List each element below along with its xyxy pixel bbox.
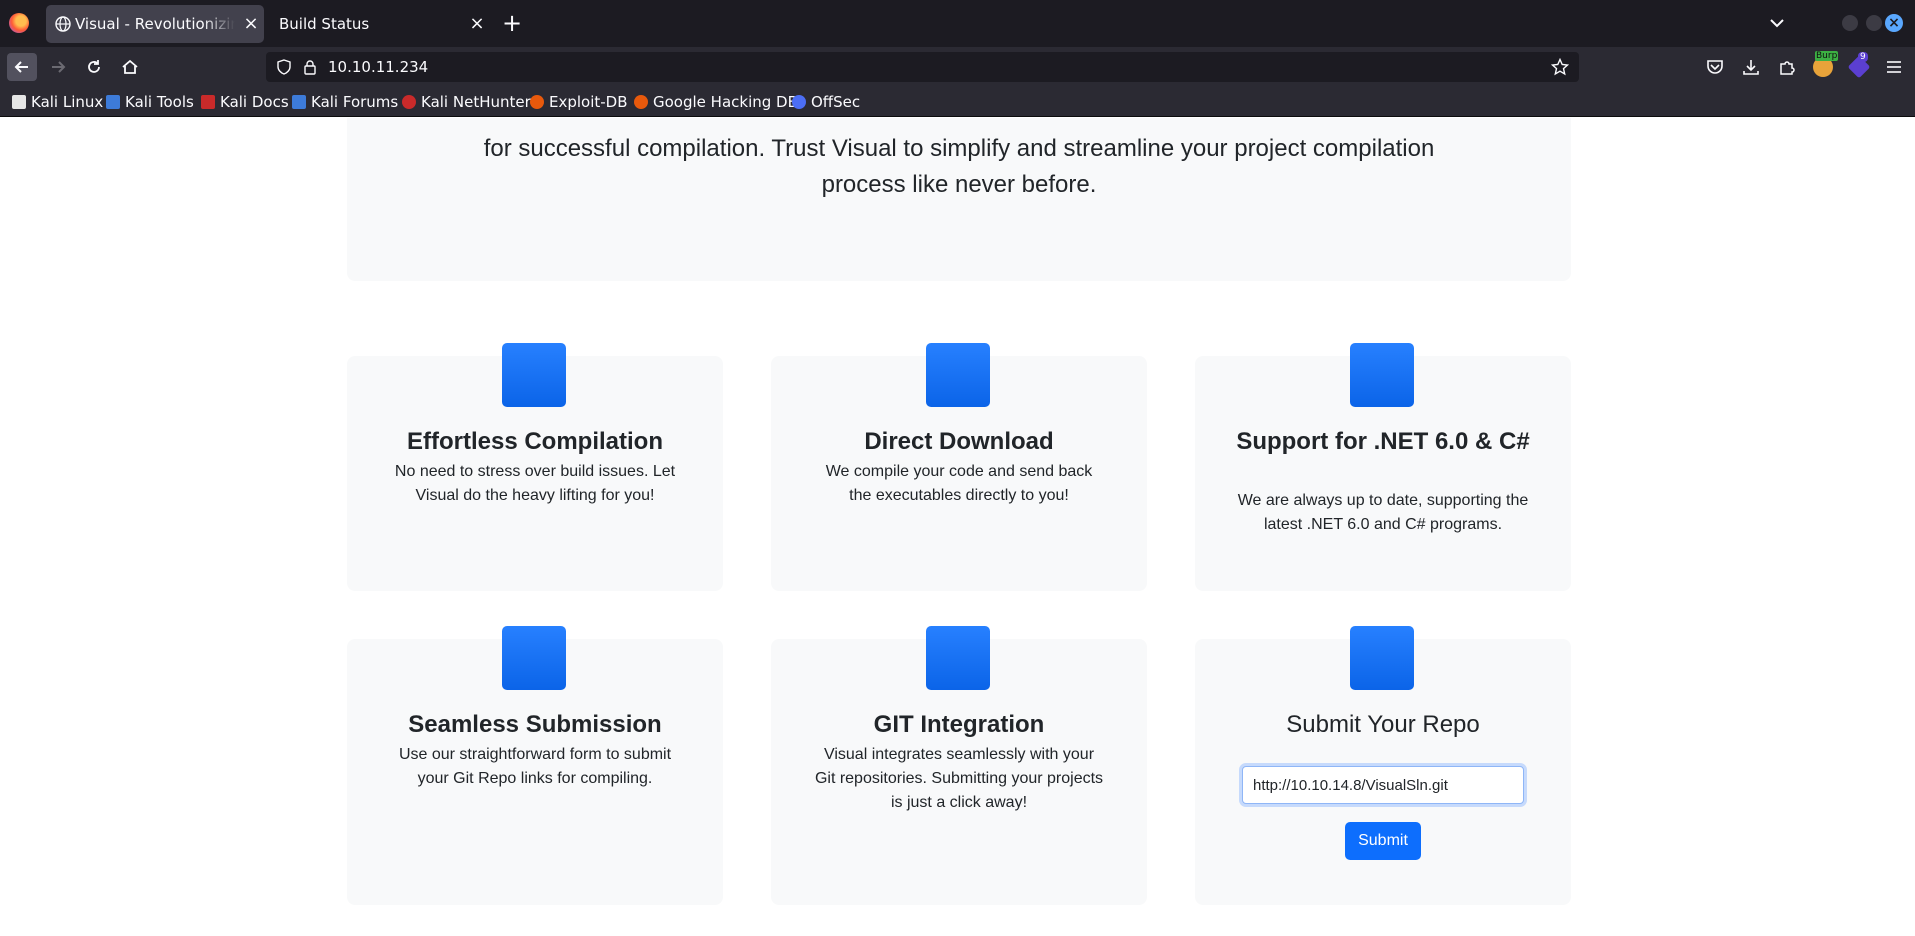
reload-icon — [88, 60, 100, 73]
globe-icon — [55, 16, 71, 32]
tab-bar: Visual - Revolutionizing V × Build Statu… — [0, 0, 1915, 47]
feature-text: We compile your code and send back the e… — [825, 463, 1093, 504]
feature-text: We are always up to date, supporting the… — [1237, 492, 1529, 533]
feature-icon — [502, 343, 566, 407]
hero-text-line: process like never before. — [821, 171, 1097, 198]
bookmark-google-hacking-db[interactable]: Google Hacking DB — [634, 93, 798, 111]
bookmark-label: Kali Tools — [125, 93, 194, 111]
feature-title: Effortless Compilation — [406, 428, 664, 455]
bookmark-label: Kali Forums — [311, 93, 399, 111]
pocket-icon[interactable] — [1705, 57, 1725, 77]
feature-icon — [1350, 626, 1414, 690]
back-button[interactable] — [7, 53, 37, 81]
kali-docs-icon — [201, 95, 215, 109]
kali-tools-icon — [106, 95, 120, 109]
home-icon — [122, 59, 138, 74]
feature-card-git: GIT Integration Visual integrates seamle… — [771, 626, 1147, 905]
hero-text: for successful compilation. Trust Visual… — [445, 131, 1473, 203]
close-tab-icon[interactable]: × — [242, 15, 260, 33]
feature-icon — [926, 343, 990, 407]
tab-title: Build Status — [279, 15, 370, 33]
forward-button[interactable] — [43, 53, 73, 81]
feature-text: Visual integrates seamlessly with your G… — [814, 746, 1104, 811]
bookmark-label: Google Hacking DB — [653, 93, 798, 111]
url-text: 10.10.11.234 — [328, 58, 429, 76]
shield-icon[interactable] — [276, 59, 292, 75]
tab-visual[interactable]: Visual - Revolutionizing V × — [46, 5, 264, 43]
hero-text-line: for successful compilation. Trust Visual… — [483, 135, 1435, 162]
feature-title: Support for .NET 6.0 & C# — [1236, 428, 1530, 455]
bookmark-kali-linux[interactable]: Kali Linux — [12, 93, 103, 111]
nethunter-icon — [402, 95, 416, 109]
feature-card-dotnet: Support for .NET 6.0 & C# We are always … — [1195, 343, 1571, 591]
new-tab-button[interactable]: + — [500, 11, 524, 36]
submit-repo-card: Submit Your Repo Submit — [1195, 626, 1571, 905]
feature-title: GIT Integration — [873, 711, 1045, 738]
kali-forums-icon — [292, 95, 306, 109]
burp-extension-icon[interactable]: Burp — [1813, 51, 1839, 77]
bookmark-exploit-db[interactable]: Exploit-DB — [530, 93, 628, 111]
bookmark-kali-tools[interactable]: Kali Tools — [106, 93, 194, 111]
bookmark-label: Kali Docs — [220, 93, 289, 111]
bookmark-kali-nethunter[interactable]: Kali NetHunter — [402, 93, 531, 111]
lock-icon[interactable] — [302, 59, 318, 75]
bookmark-kali-docs[interactable]: Kali Docs — [201, 93, 289, 111]
bookmark-label: OffSec — [811, 93, 861, 111]
burp-badge: Burp — [1815, 51, 1839, 61]
feature-text: Use our straightforward form to submit y… — [398, 746, 672, 787]
tab-title: Visual - Revolutionizing V — [75, 15, 235, 33]
offsec-icon — [792, 95, 806, 109]
ghdb-icon — [634, 95, 648, 109]
bookmark-label: Exploit-DB — [549, 93, 628, 111]
bookmark-label: Kali Linux — [31, 93, 104, 111]
feature-icon — [1350, 343, 1414, 407]
download-icon[interactable] — [1741, 57, 1761, 77]
firefox-menu-icon[interactable] — [9, 13, 29, 33]
extensions-icon[interactable] — [1777, 57, 1797, 77]
feature-icon — [502, 626, 566, 690]
reload-button[interactable] — [79, 53, 109, 81]
kali-dragon-icon — [12, 95, 26, 109]
feature-card-download: Direct Download We compile your code and… — [771, 343, 1147, 591]
close-window-button[interactable]: × — [1885, 14, 1903, 32]
exploit-db-icon — [530, 95, 544, 109]
repo-url-input[interactable] — [1239, 763, 1527, 807]
feature-text: No need to stress over build issues. Let… — [394, 463, 676, 504]
submit-title: Submit Your Repo — [1286, 711, 1480, 738]
page-viewport: for successful compilation. Trust Visual… — [0, 118, 1915, 936]
arrow-right-icon — [52, 61, 66, 73]
extension-count-badge: 9 — [1858, 52, 1868, 62]
tab-build-status[interactable]: Build Status × — [264, 5, 490, 43]
feature-card-compilation: Effortless Compilation No need to stress… — [347, 343, 723, 591]
submit-button[interactable]: Submit — [1345, 822, 1421, 860]
bookmark-kali-forums[interactable]: Kali Forums — [292, 93, 398, 111]
hero-section: for successful compilation. Trust Visual… — [347, 118, 1571, 281]
chevron-down-icon[interactable] — [1768, 14, 1786, 32]
url-bar[interactable]: 10.10.11.234 — [266, 52, 1579, 82]
star-icon[interactable] — [1551, 58, 1569, 76]
arrow-left-icon — [14, 61, 28, 73]
hamburger-menu-icon[interactable] — [1884, 57, 1904, 77]
bookmark-offsec[interactable]: OffSec — [792, 93, 860, 111]
bookmarks-toolbar: Kali Linux Kali Tools Kali Docs Kali For… — [0, 87, 1915, 117]
feature-title: Direct Download — [864, 428, 1054, 455]
feature-icon — [926, 626, 990, 690]
close-tab-icon[interactable]: × — [468, 15, 486, 33]
home-button[interactable] — [115, 53, 145, 81]
feature-card-submission: Seamless Submission Use our straightforw… — [347, 626, 723, 905]
bookmark-label: Kali NetHunter — [421, 93, 531, 111]
feature-title: Seamless Submission — [408, 711, 662, 738]
maximize-button[interactable] — [1866, 15, 1882, 31]
navigation-toolbar: 10.10.11.234 Burp 9 — [0, 47, 1915, 87]
minimize-button[interactable] — [1842, 15, 1858, 31]
